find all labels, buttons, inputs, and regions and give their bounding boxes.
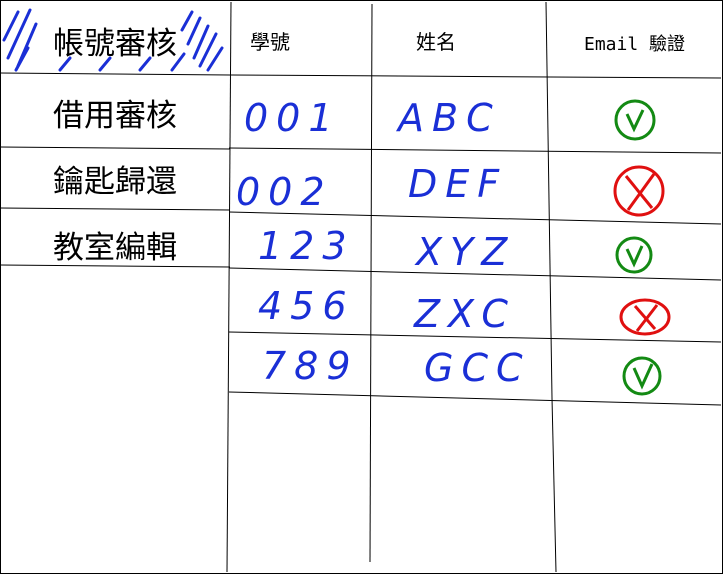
- student-id-cell: 001: [244, 96, 341, 140]
- column-header-name: 姓名: [416, 30, 456, 54]
- sidebar-item-classroom-edit[interactable]: 教室編輯: [0, 222, 230, 267]
- column-header-email-verification: Email 驗證: [584, 34, 686, 55]
- reject-circle-icon[interactable]: [618, 296, 672, 338]
- column-header-student-id: 學號: [250, 30, 290, 54]
- student-id-cell: 456: [258, 284, 355, 328]
- grid-lines: [0, 1, 722, 573]
- student-id-cell: 789: [262, 344, 359, 388]
- sidebar-item-borrow-review[interactable]: 借用審核: [0, 90, 230, 135]
- check-circle-icon[interactable]: [614, 234, 656, 276]
- student-name-cell: ABC: [398, 96, 501, 140]
- student-name-cell: ZXC: [414, 292, 516, 336]
- sidebar-item-key-return[interactable]: 鑰匙歸還: [0, 156, 230, 201]
- student-name-cell: XYZ: [416, 230, 516, 274]
- student-name-cell: GCC: [424, 346, 531, 390]
- check-circle-icon[interactable]: [612, 96, 660, 144]
- sidebar-item-account-review[interactable]: 帳號審核: [0, 18, 230, 63]
- check-circle-icon[interactable]: [620, 354, 666, 398]
- student-name-cell: DEF: [408, 162, 508, 206]
- student-id-cell: 123: [258, 224, 355, 268]
- reject-circle-icon[interactable]: [610, 162, 668, 220]
- student-id-cell: 002: [236, 170, 333, 214]
